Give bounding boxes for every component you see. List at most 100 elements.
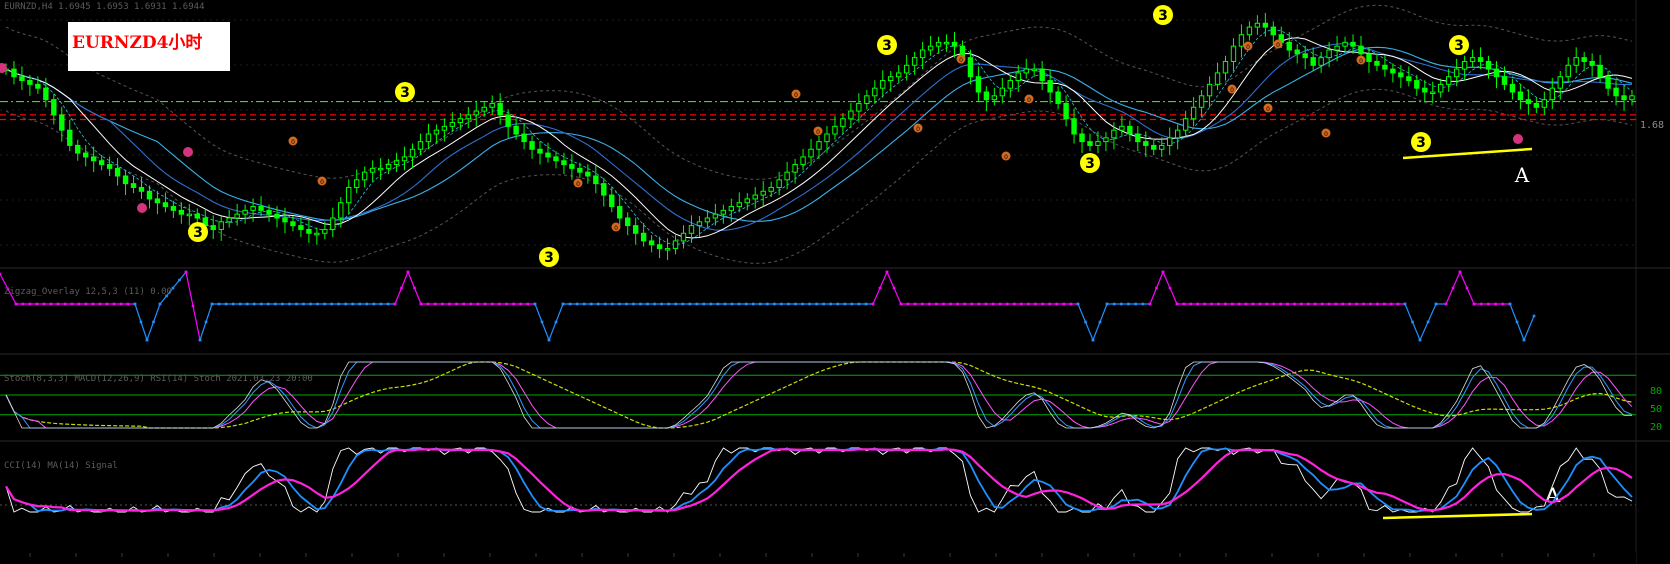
zigzag-dot: [1532, 314, 1536, 318]
candle-body: [1318, 57, 1324, 66]
candle-body: [617, 206, 623, 219]
osc-panel-header: CCI(14) MA(14) Signal: [4, 461, 118, 471]
candle-body: [872, 87, 878, 97]
zigzag-dot: [949, 302, 952, 306]
candle-body: [1358, 45, 1364, 55]
zigzag-dot: [984, 302, 988, 306]
candle-body: [688, 225, 695, 234]
zigzag-dot: [210, 302, 214, 306]
candle-body: [1238, 34, 1245, 47]
stoch-level-80: 80: [1650, 386, 1663, 397]
candle-body: [1493, 68, 1500, 78]
candle-body: [1350, 41, 1356, 47]
candle-body: [274, 213, 280, 219]
zigzag-dot: [35, 302, 39, 306]
envelope-lower: [5, 88, 1633, 264]
marker-small-label: 0: [1004, 154, 1008, 161]
candle-body: [1023, 68, 1029, 74]
candle-body: [1557, 76, 1563, 89]
zigzag-dot: [829, 302, 833, 306]
zigzag-dot: [386, 302, 390, 306]
zigzag-dot: [476, 302, 480, 306]
marker-pink-circle: [1513, 134, 1523, 144]
zigzag-dot: [1084, 320, 1087, 324]
zigzag-dot: [963, 302, 967, 306]
zigzag-dot: [561, 302, 565, 306]
candle-body: [290, 221, 296, 227]
candle-body: [975, 76, 982, 93]
candle-body: [1445, 76, 1452, 85]
marker-small-label: 0: [576, 181, 580, 188]
candle-body: [935, 41, 942, 47]
candle-body: [625, 217, 631, 227]
zigzag-dot: [365, 302, 369, 306]
candle-body: [903, 64, 910, 74]
chart-canvas[interactable]: 3333333300 0000000000 0000AA: [0, 0, 1670, 564]
candle-body: [401, 156, 408, 162]
candle-body: [242, 209, 248, 215]
candle-body: [1501, 76, 1508, 85]
candle-body: [1286, 41, 1292, 51]
candle-body: [1461, 60, 1468, 70]
zigzag-dot: [977, 302, 981, 306]
candle-body: [1342, 41, 1348, 47]
candle-body: [1270, 26, 1277, 36]
zigzag-dot: [913, 302, 917, 306]
candle-body: [354, 179, 360, 188]
candle-body: [880, 80, 886, 89]
candle-body: [417, 141, 424, 150]
zigzag-dot: [490, 302, 494, 306]
candle-body: [696, 221, 703, 227]
candle-body: [465, 114, 471, 120]
marker-small-label: 0: [1230, 87, 1234, 94]
zigzag-dot: [323, 302, 326, 306]
candle-body: [497, 102, 503, 116]
zigzag-dot: [158, 302, 162, 306]
zigzag-dot: [533, 302, 537, 306]
chart-title-box: EURNZD4小时: [68, 22, 230, 71]
candle-body: [75, 144, 81, 154]
candle-body: [27, 80, 33, 85]
candle-body: [1485, 60, 1492, 70]
candle-body: [106, 164, 113, 169]
zigzag-dot: [1389, 302, 1393, 306]
candle-body: [680, 232, 687, 242]
candle-body: [1406, 76, 1412, 82]
zigzag-dot: [112, 302, 116, 306]
candle-body: [1430, 91, 1436, 94]
zigzag-dot: [942, 302, 945, 306]
candle-body: [258, 206, 264, 211]
candle-body: [1533, 102, 1540, 108]
candle-body: [322, 228, 328, 234]
zigzag-dot: [191, 304, 195, 308]
zigzag-segment: [1523, 315, 1535, 341]
zigzag-dot: [309, 302, 312, 306]
candle-body: [1589, 60, 1595, 66]
candle-body: [927, 45, 934, 51]
zigzag-dot: [857, 302, 861, 306]
zigzag-dot: [400, 286, 403, 290]
candle-body: [784, 171, 790, 181]
candle-body: [999, 87, 1006, 97]
candle-body: [409, 148, 416, 158]
zigzag-dot: [63, 302, 67, 306]
zigzag-dot: [1189, 302, 1193, 306]
zigzag-dot: [14, 302, 18, 306]
zigzag-dot: [126, 302, 130, 306]
zigzag-dot: [139, 320, 143, 324]
candle-body: [1071, 118, 1077, 135]
candle-body: [1366, 53, 1372, 62]
candle-body: [1015, 72, 1021, 82]
candle-body: [1254, 22, 1261, 28]
zigzag-dot: [998, 302, 1002, 306]
candle-body: [1573, 57, 1579, 66]
candle-body: [1414, 80, 1420, 89]
candle-body: [282, 217, 288, 223]
candle-body: [457, 118, 464, 124]
zigzag-dot: [780, 302, 783, 306]
marker-small-label: 0: [1027, 97, 1031, 104]
zigzag-dot: [351, 302, 355, 306]
zigzag-dot: [245, 302, 249, 306]
candle-body: [1565, 64, 1571, 78]
zigzag-dot: [316, 302, 319, 306]
